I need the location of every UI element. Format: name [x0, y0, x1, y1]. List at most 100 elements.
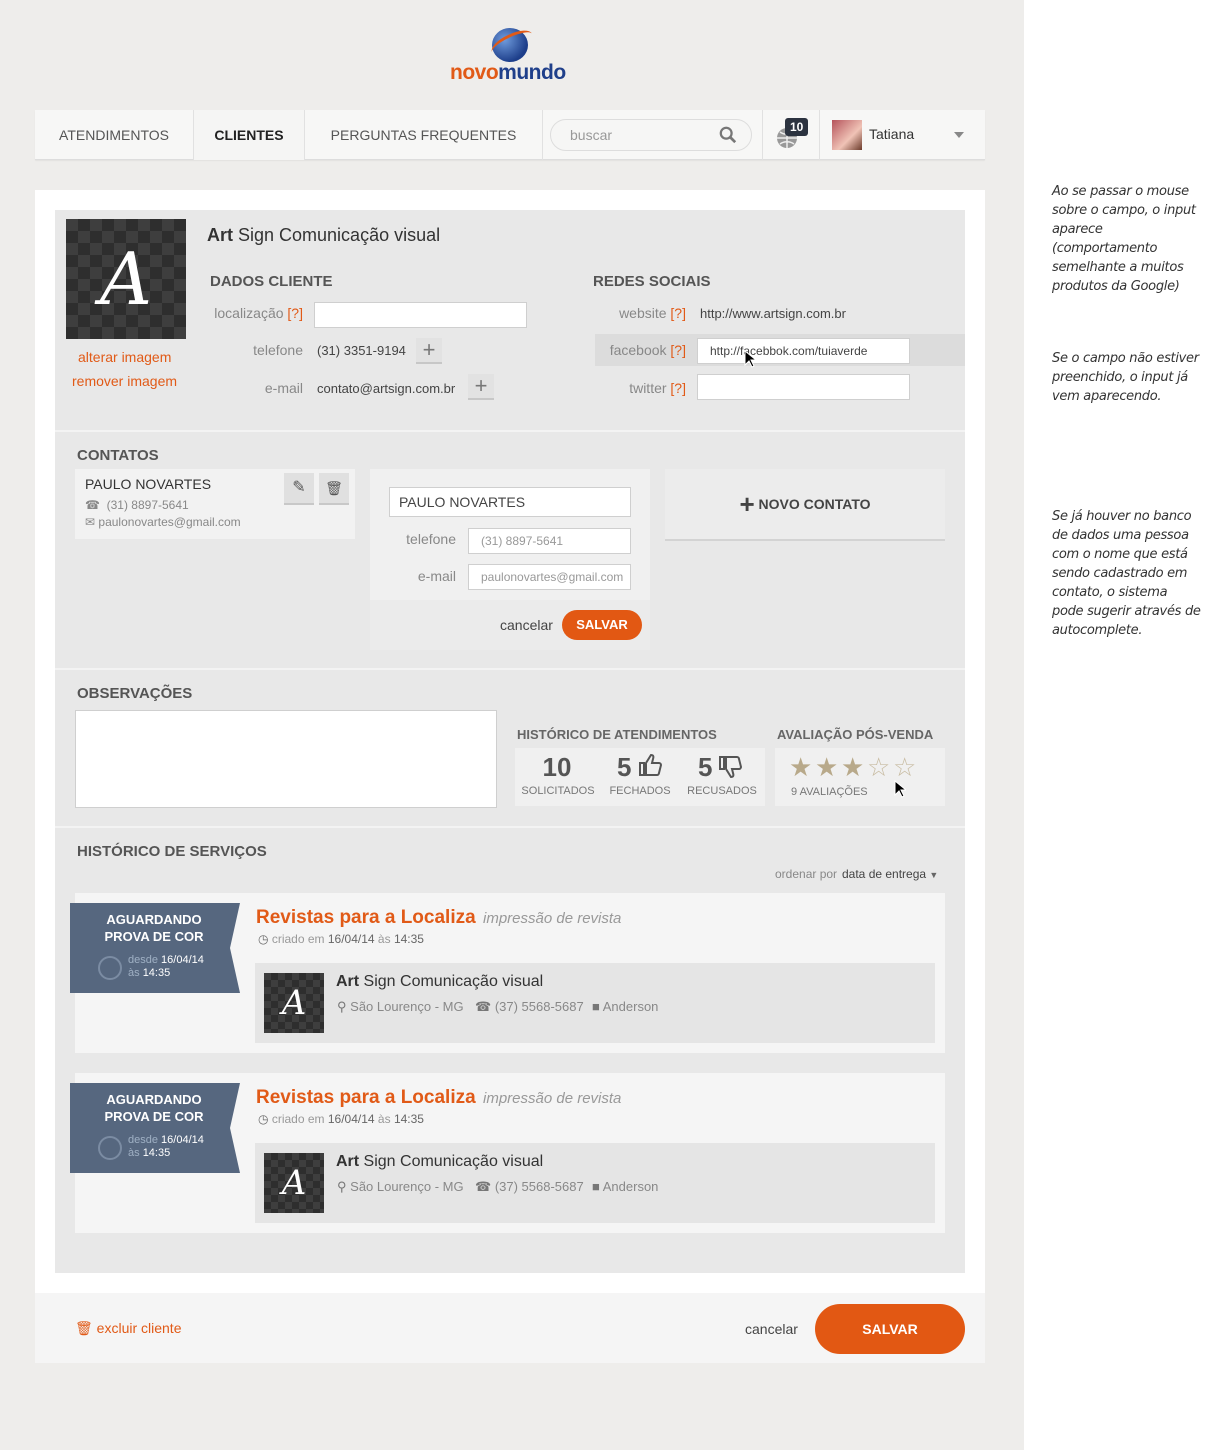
- star-empty-icon[interactable]: ☆: [893, 754, 916, 780]
- services-title: HISTÓRICO DE SERVIÇOS: [77, 843, 267, 860]
- contact-save-button[interactable]: SALVAR: [562, 610, 642, 640]
- stat-requested-label: SOLICITADOS: [521, 785, 595, 797]
- client-card: A alterar imagem remover imagem Art Sign…: [35, 190, 985, 1363]
- service-client-person: ■ Anderson: [592, 999, 659, 1014]
- service-title[interactable]: Revistas para a Localiza: [256, 1087, 476, 1109]
- status-since: desde 16/04/14 às 14:35: [128, 1134, 204, 1159]
- rating-count: 9 AVALIAÇÕES: [791, 786, 868, 798]
- service-item[interactable]: AGUARDANDO PROVA DE COR desde 16/04/14 às …: [70, 893, 945, 1053]
- observations-title: OBSERVAÇÕES: [77, 685, 193, 702]
- contact-cancel-link[interactable]: cancelar: [500, 617, 553, 633]
- user-name: Tatiana: [869, 126, 915, 142]
- contact-email-label: e-mail: [417, 568, 456, 584]
- map-pin-icon: ⚲: [337, 1179, 347, 1194]
- status-label: AGUARDANDO PROVA DE COR: [104, 912, 204, 944]
- logo[interactable]: novomundo: [450, 25, 575, 84]
- tab-clientes[interactable]: CLIENTES: [194, 110, 305, 160]
- dados-cliente-title: DADOS CLIENTE: [210, 273, 333, 290]
- location-input[interactable]: [314, 302, 527, 328]
- service-client-name: Art Sign Comunicação visual: [336, 1153, 544, 1170]
- star-filled-icon[interactable]: ★: [815, 754, 838, 780]
- client-avatar: A: [66, 219, 186, 339]
- observations-textarea[interactable]: [75, 710, 497, 808]
- phone-label: telefone: [253, 342, 303, 358]
- service-created: ◷ criado em 16/04/14 às 14:35: [258, 932, 424, 946]
- add-email-button[interactable]: +: [468, 374, 494, 400]
- service-client-name: Art Sign Comunicação visual: [336, 973, 544, 990]
- stat-requested-value: 10: [542, 752, 572, 782]
- star-filled-icon[interactable]: ★: [789, 754, 812, 780]
- user-menu[interactable]: Tatiana: [832, 119, 972, 151]
- delete-client-link[interactable]: 🗑 excluir cliente: [75, 1320, 182, 1337]
- star-empty-icon[interactable]: ☆: [867, 754, 890, 780]
- remove-image-link[interactable]: remover imagem: [72, 373, 177, 389]
- twitter-input[interactable]: [697, 374, 910, 400]
- tab-atendimentos[interactable]: ATENDIMENTOS: [35, 110, 194, 160]
- notifications-button[interactable]: 10: [762, 110, 820, 160]
- facebook-input[interactable]: http://facebbok.com/tuiaverde: [697, 338, 910, 364]
- edit-contact-button[interactable]: ✎: [284, 473, 314, 505]
- mouse-cursor-icon: [894, 780, 906, 798]
- clock-icon: [98, 1136, 122, 1160]
- mouse-cursor-icon: [744, 350, 756, 368]
- logo-text: novomundo: [450, 61, 566, 84]
- notifications-badge: 10: [785, 118, 809, 136]
- contact-phone-input[interactable]: (31) 8897-5641: [468, 528, 631, 554]
- stat-refused-label: RECUSADOS: [687, 785, 757, 797]
- star-filled-icon[interactable]: ★: [841, 754, 864, 780]
- location-label: localização [?]: [214, 305, 303, 321]
- note-hover-input: Ao se passar o mouse sobre o campo, o in…: [1052, 184, 1196, 294]
- search-placeholder: buscar: [570, 127, 613, 143]
- service-item[interactable]: AGUARDANDO PROVA DE COR desde 16/04/14 às …: [70, 1073, 945, 1233]
- clock-icon: [98, 956, 122, 980]
- phone-icon: ☎: [475, 1179, 492, 1194]
- contact-name-input[interactable]: PAULO NOVARTES: [389, 487, 631, 517]
- envelope-icon: ✉: [85, 515, 96, 529]
- rating-box: ★ ★ ★ ☆ ☆ 9 AVALIAÇÕES: [775, 748, 945, 806]
- service-subtitle: impressão de revista: [483, 910, 622, 927]
- service-client: A Art Sign Comunicação visual ⚲ São Lour…: [255, 963, 935, 1043]
- phone-value[interactable]: (31) 3351-9194: [317, 343, 406, 358]
- service-client-location: ⚲ São Lourenço - MG: [337, 999, 464, 1014]
- status-ribbon: AGUARDANDO PROVA DE COR desde 16/04/14 às …: [70, 1083, 240, 1173]
- service-client-phone: ☎ (37) 5568-5687: [475, 1179, 584, 1194]
- service-client-person: ■ Anderson: [592, 1179, 659, 1194]
- history-title: HISTÓRICO DE ATENDIMENTOS: [517, 727, 717, 742]
- contact-email: ✉ paulonovartes@gmail.com: [85, 515, 241, 529]
- email-label: e-mail: [264, 380, 303, 396]
- add-phone-button[interactable]: +: [416, 338, 442, 364]
- delete-contact-button[interactable]: 🗑: [319, 473, 349, 505]
- email-value[interactable]: contato@artsign.com.br: [317, 381, 455, 396]
- new-contact-button[interactable]: + NOVO CONTATO: [665, 469, 945, 541]
- trash-icon: 🗑: [75, 1320, 93, 1336]
- map-pin-icon: ⚲: [337, 999, 347, 1014]
- service-client-location: ⚲ São Lourenço - MG: [337, 1179, 464, 1194]
- chevron-down-icon: ▼: [929, 870, 939, 880]
- service-client-phone: ☎ (37) 5568-5687: [475, 999, 584, 1014]
- sort-select[interactable]: data de entrega ▼: [842, 867, 938, 881]
- stat-closed-label: FECHADOS: [609, 785, 671, 797]
- contact-email-input[interactable]: paulonovartes@gmail.com: [468, 564, 631, 590]
- contacts-title: CONTATOS: [77, 447, 159, 464]
- top-nav: ATENDIMENTOS CLIENTES PERGUNTAS FREQUENT…: [35, 110, 985, 160]
- save-button[interactable]: SALVAR: [815, 1304, 965, 1354]
- chevron-down-icon: [954, 132, 964, 138]
- pencil-icon: ✎: [292, 479, 306, 496]
- search-icon[interactable]: [719, 126, 737, 144]
- search-input[interactable]: buscar: [550, 119, 752, 151]
- change-image-link[interactable]: alterar imagem: [78, 349, 171, 365]
- client-avatar-small: A: [264, 973, 324, 1033]
- contact-name: PAULO NOVARTES: [85, 476, 212, 492]
- contact-card: PAULO NOVARTES ☎ (31) 8897-5641 ✉ paulon…: [75, 469, 355, 539]
- cancel-link[interactable]: cancelar: [745, 1321, 798, 1337]
- history-stats: 10 SOLICITADOS 5 FECHADOS 5 RECUSADOS: [515, 748, 765, 806]
- thumbs-up-icon: [639, 753, 662, 776]
- note-empty-input: Se o campo não estiver preenchido, o inp…: [1052, 351, 1199, 404]
- services-panel: HISTÓRICO DE SERVIÇOS ordenar por data d…: [55, 826, 965, 1273]
- tab-perguntas-frequentes[interactable]: PERGUNTAS FREQUENTES: [305, 110, 543, 160]
- service-created: ◷ criado em 16/04/14 às 14:35: [258, 1112, 424, 1126]
- website-value[interactable]: http://www.artsign.com.br: [700, 306, 846, 321]
- plus-icon: +: [739, 489, 755, 519]
- phone-icon: ☎: [475, 999, 492, 1014]
- service-title[interactable]: Revistas para a Localiza: [256, 907, 476, 929]
